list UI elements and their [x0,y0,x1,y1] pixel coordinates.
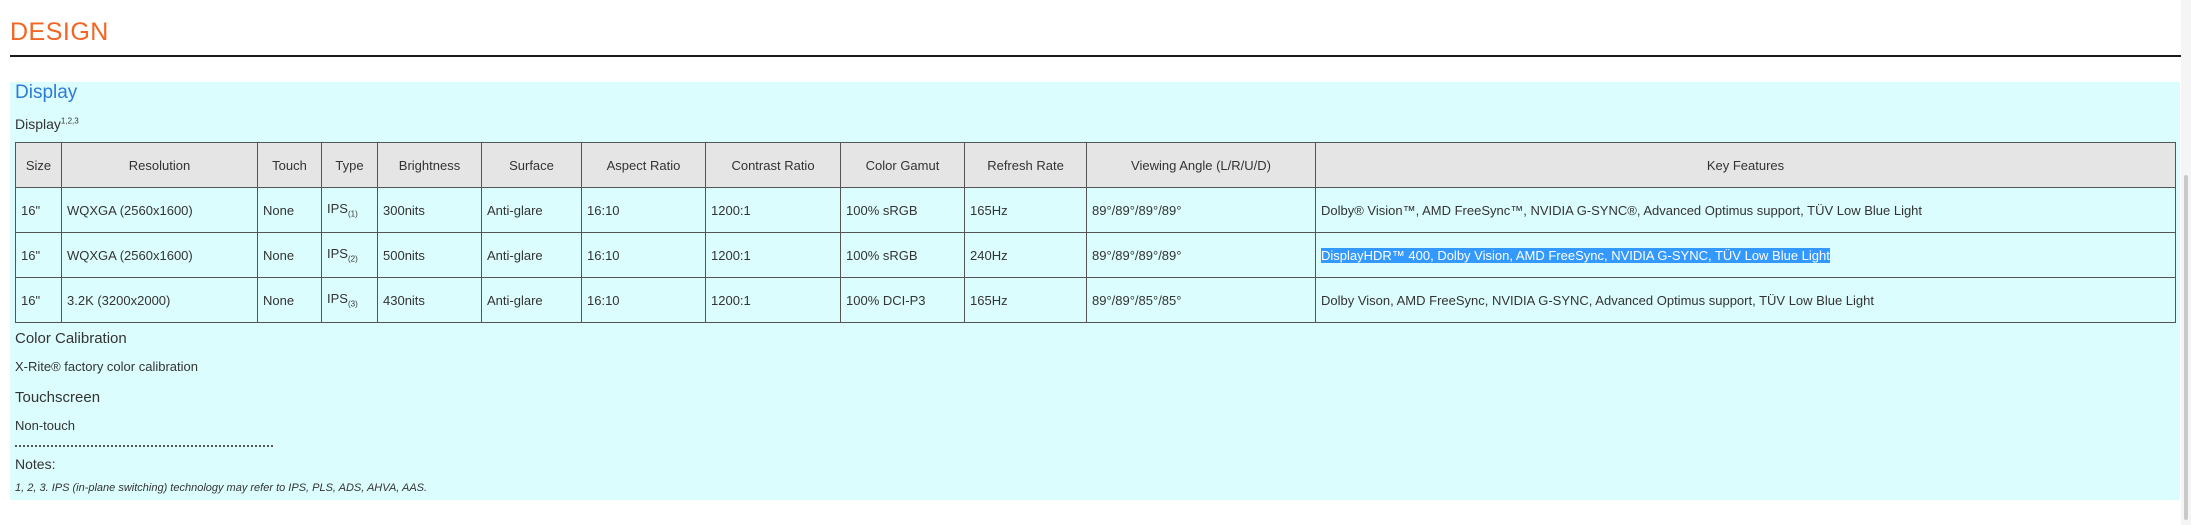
cell-aspect-ratio: 16:10 [581,187,706,233]
selected-text[interactable]: DisplayHDR™ 400, Dolby Vision, AMD FreeS… [1321,247,1830,263]
cell-color-gamut: 100% DCI-P3 [840,277,965,323]
cell-touch: None [257,232,322,278]
table-row: 16" 3.2K (3200x2000) None IPS(3) 430nits… [15,277,2176,323]
cell-type: IPS(2) [321,232,378,278]
notes-divider [15,445,273,447]
table-row: 16" WQXGA (2560x1600) None IPS(2) 500nit… [15,232,2176,278]
section-title: DESIGN [10,18,109,46]
col-header-brightness: Brightness [377,142,482,188]
table-row: 16" WQXGA (2560x1600) None IPS(1) 300nit… [15,187,2176,233]
col-header-aspect-ratio: Aspect Ratio [581,142,706,188]
col-header-surface: Surface [481,142,582,188]
cell-size: 16" [15,232,62,278]
notes-label: Notes: [15,456,56,472]
cell-type: IPS(1) [321,187,378,233]
touchscreen-heading: Touchscreen [15,389,101,406]
col-header-type: Type [321,142,378,188]
cell-aspect-ratio: 16:10 [581,277,706,323]
cell-key-features: DisplayHDR™ 400, Dolby Vision, AMD FreeS… [1315,232,2176,278]
cell-resolution: WQXGA (2560x1600) [61,187,258,233]
cell-surface: Anti-glare [481,187,582,233]
cell-touch: None [257,277,322,323]
cell-size: 16" [15,277,62,323]
cell-refresh-rate: 240Hz [964,232,1087,278]
type-value: IPS [327,246,348,262]
display-spec-table: Size Resolution Touch Type Brightness Su… [15,142,2176,323]
notes-text: 1, 2, 3. IPS (in-plane switching) techno… [15,482,428,494]
cell-brightness: 430nits [377,277,482,323]
cell-contrast-ratio: 1200:1 [705,187,841,233]
cell-key-features: Dolby® Vision™, AMD FreeSync™, NVIDIA G-… [1315,187,2176,233]
cell-resolution: 3.2K (3200x2000) [61,277,258,323]
type-footnote: (1) [347,209,358,219]
cell-brightness: 300nits [377,187,482,233]
col-header-refresh-rate: Refresh Rate [964,142,1087,188]
type-footnote: (3) [347,299,358,309]
color-calibration-value: X-Rite® factory color calibration [15,359,198,374]
cell-brightness: 500nits [377,232,482,278]
col-header-color-gamut: Color Gamut [840,142,965,188]
cell-color-gamut: 100% sRGB [840,187,965,233]
cell-type: IPS(3) [321,277,378,323]
cell-touch: None [257,187,322,233]
scrollbar-thumb[interactable] [2184,175,2188,520]
display-label-text: Display [15,116,61,132]
touchscreen-value: Non-touch [15,418,75,433]
cell-surface: Anti-glare [481,232,582,278]
cell-refresh-rate: 165Hz [964,187,1087,233]
col-header-viewing-angle: Viewing Angle (L/R/U/D) [1086,142,1316,188]
cell-contrast-ratio: 1200:1 [705,277,841,323]
cell-color-gamut: 100% sRGB [840,232,965,278]
display-panel: Display Display1,2,3 Size Resolution Tou… [10,82,2180,500]
display-label-marker: 1,2,3 [60,116,79,126]
display-title: Display [15,82,78,103]
col-header-key-features: Key Features [1315,142,2176,188]
type-footnote: (2) [347,254,358,264]
cell-refresh-rate: 165Hz [964,277,1087,323]
type-value: IPS [327,201,348,217]
cell-resolution: WQXGA (2560x1600) [61,232,258,278]
cell-key-features: Dolby Vison, AMD FreeSync, NVIDIA G-SYNC… [1315,277,2176,323]
cell-viewing-angle: 89°/89°/89°/89° [1086,187,1316,233]
cell-aspect-ratio: 16:10 [581,232,706,278]
color-calibration-heading: Color Calibration [15,330,127,347]
cell-contrast-ratio: 1200:1 [705,232,841,278]
cell-surface: Anti-glare [481,277,582,323]
table-header-row: Size Resolution Touch Type Brightness Su… [15,142,2176,188]
col-header-touch: Touch [257,142,322,188]
cell-viewing-angle: 89°/89°/89°/89° [1086,232,1316,278]
col-header-resolution: Resolution [61,142,258,188]
col-header-size: Size [15,142,62,188]
display-label: Display1,2,3 [15,116,79,132]
page: DESIGN Display Display1,2,3 Size Resolut… [0,0,2191,525]
type-value: IPS [327,291,348,307]
cell-size: 16" [15,187,62,233]
section-divider [10,55,2181,57]
col-header-contrast-ratio: Contrast Ratio [705,142,841,188]
cell-viewing-angle: 89°/89°/85°/85° [1086,277,1316,323]
